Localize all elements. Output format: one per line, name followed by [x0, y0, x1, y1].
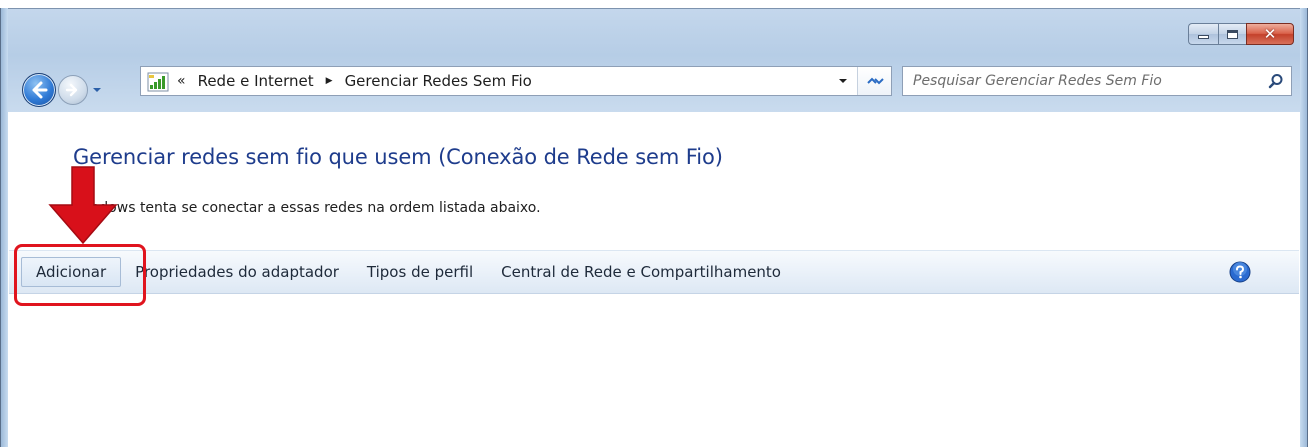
breadcrumb-gerenciar-redes[interactable]: Gerenciar Redes Sem Fio	[345, 72, 532, 90]
forward-button[interactable]	[58, 75, 88, 105]
help-icon[interactable]	[1229, 261, 1251, 283]
title-bar: ✕	[0, 8, 1308, 112]
profile-types-button[interactable]: Tipos de perfil	[353, 257, 487, 287]
adapter-properties-button[interactable]: Propriedades do adaptador	[121, 257, 353, 287]
network-signal-icon	[147, 70, 169, 92]
address-bar[interactable]: « Rede e Internet ▶ Gerenciar Redes Sem …	[140, 66, 892, 96]
explorer-window: ✕ « Rede e Internet ▶ Gerenciar Redes Se…	[0, 0, 1308, 447]
close-icon: ✕	[1263, 24, 1277, 43]
refresh-button[interactable]	[857, 67, 891, 95]
network-center-button[interactable]: Central de Rede e Compartilhamento	[487, 257, 795, 287]
close-button[interactable]: ✕	[1246, 23, 1294, 45]
window-controls: ✕	[1188, 23, 1294, 45]
breadcrumb-separator-icon[interactable]: ▶	[326, 76, 333, 86]
search-input[interactable]	[903, 68, 1261, 94]
breadcrumb-overflow[interactable]: «	[177, 73, 186, 89]
window-frame-right	[1300, 8, 1308, 447]
recent-pages-dropdown[interactable]	[90, 80, 104, 100]
refresh-icon	[866, 77, 884, 85]
breadcrumb-rede-e-internet[interactable]: Rede e Internet	[198, 72, 314, 90]
minimize-icon	[1198, 35, 1209, 39]
back-button[interactable]	[22, 73, 56, 107]
back-arrow-icon	[32, 81, 48, 99]
content-pane: Gerenciar redes sem fio que usem (Conexã…	[9, 112, 1299, 447]
navigation-buttons	[22, 67, 104, 113]
page-subtitle: Windows tenta se conectar a essas redes …	[73, 200, 541, 216]
maximize-icon	[1227, 29, 1238, 39]
minimize-button[interactable]	[1188, 23, 1218, 45]
chevron-down-icon	[839, 79, 847, 83]
command-bar: Adicionar Propriedades do adaptador Tipo…	[9, 250, 1299, 294]
forward-arrow-icon	[65, 83, 78, 97]
chevron-down-icon	[93, 88, 101, 92]
maximize-button[interactable]	[1218, 23, 1246, 45]
annotation-highlight-box	[14, 244, 146, 306]
window-frame-left	[0, 8, 8, 447]
search-icon[interactable]	[1261, 67, 1291, 95]
search-box[interactable]	[902, 66, 1292, 96]
address-dropdown[interactable]	[833, 67, 853, 95]
annotation-down-arrow-icon	[48, 166, 118, 245]
page-title: Gerenciar redes sem fio que usem (Conexã…	[73, 145, 723, 169]
